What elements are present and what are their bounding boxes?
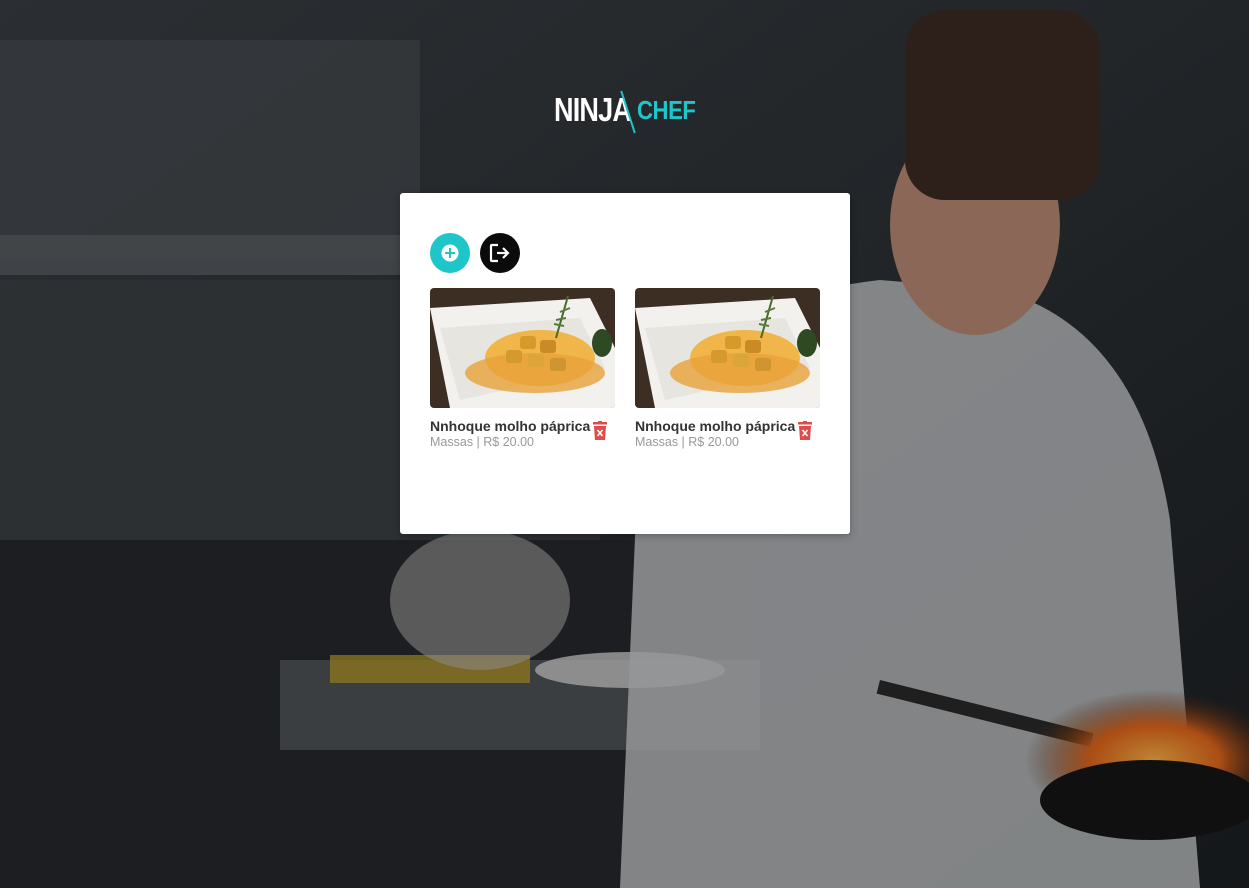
dish-photo: [430, 288, 615, 408]
dish-meta: Massas | R$ 20.00: [635, 435, 820, 450]
dish-photo: [635, 288, 820, 408]
dish-name: Nnhoque molho páprica: [430, 418, 591, 434]
dish-category: Massas: [635, 435, 679, 449]
meta-separator: |: [678, 435, 689, 449]
dishes-grid: Nnhoque molho páprica Massas | R$ 20.00: [430, 288, 820, 450]
dish-price: R$ 20.00: [483, 435, 535, 449]
dish-name: Nnhoque molho páprica: [635, 418, 796, 434]
dish-card[interactable]: Nnhoque molho páprica Massas | R$ 20.00: [635, 288, 820, 450]
dishes-card: Nnhoque molho páprica Massas | R$ 20.00: [400, 193, 850, 534]
logout-button[interactable]: [480, 233, 520, 273]
ninjachef-logo: NINJA CHEF: [554, 88, 696, 136]
plus-circle-icon: [441, 244, 459, 262]
add-dish-button[interactable]: [430, 233, 470, 273]
dish-price: R$ 20.00: [688, 435, 740, 449]
trash-icon[interactable]: [593, 421, 607, 440]
trash-icon[interactable]: [798, 421, 812, 440]
logo-text-ninja: NINJA: [554, 91, 632, 128]
logo-text-chef: CHEF: [637, 95, 696, 125]
dish-card[interactable]: Nnhoque molho páprica Massas | R$ 20.00: [430, 288, 615, 450]
dish-category: Massas: [430, 435, 474, 449]
dish-meta: Massas | R$ 20.00: [430, 435, 615, 450]
sign-out-icon: [489, 243, 510, 263]
toolbar: [430, 233, 520, 273]
meta-separator: |: [473, 435, 484, 449]
